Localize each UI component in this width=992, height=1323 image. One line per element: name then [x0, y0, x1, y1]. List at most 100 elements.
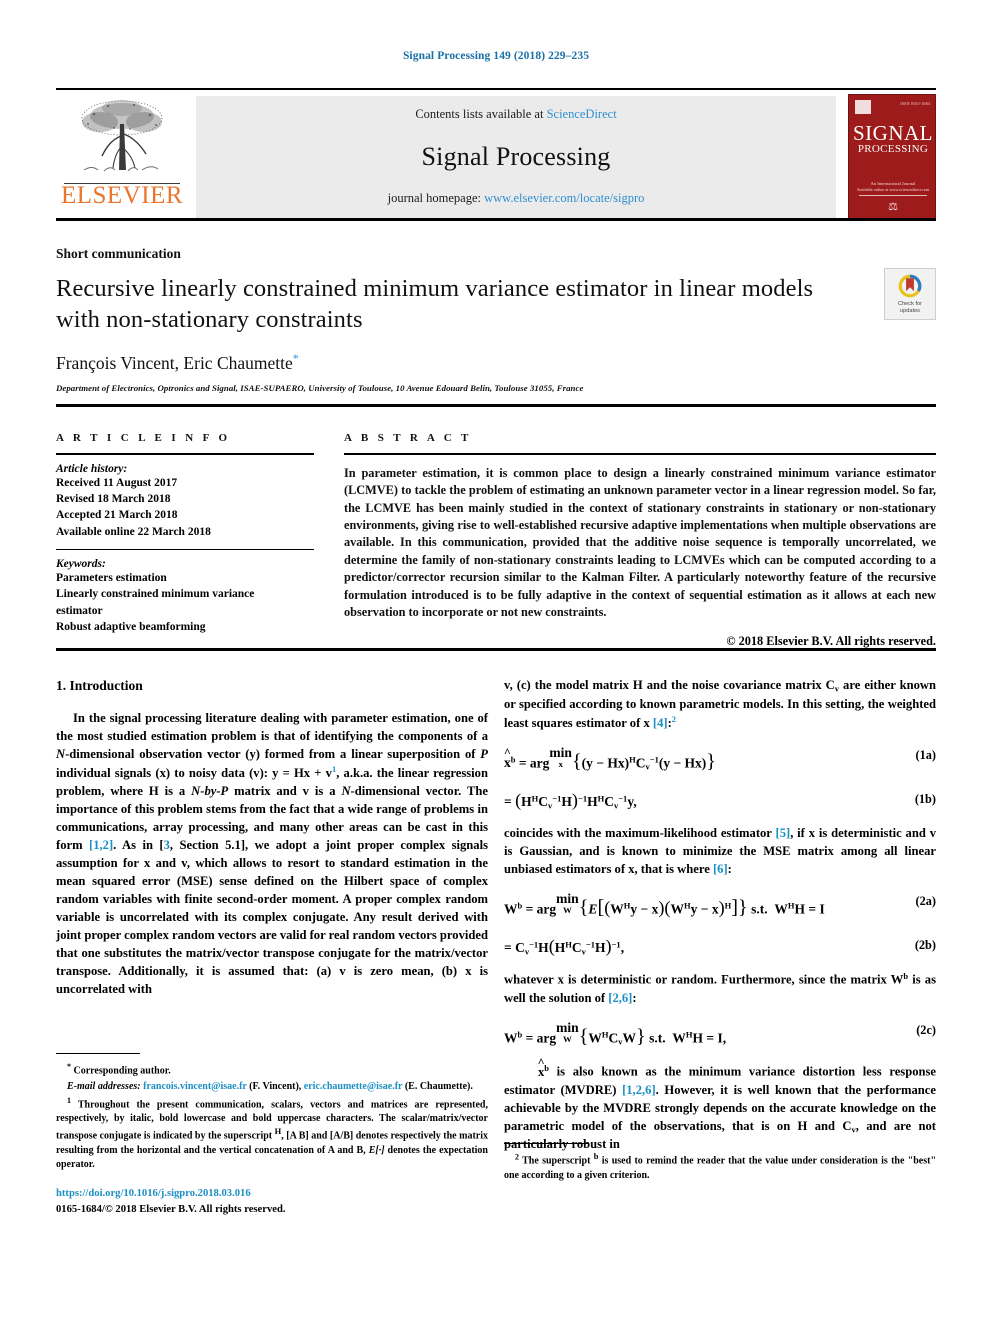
cover-bottom-logo-icon: ⚖: [888, 201, 898, 213]
footnote-1: 1 Throughout the present communication, …: [56, 1095, 488, 1172]
title-block: Short communication Recursive linearly c…: [56, 246, 936, 393]
sciencedirect-link[interactable]: ScienceDirect: [547, 107, 617, 121]
intro-text-g: . As in [: [113, 838, 164, 853]
equation-2c-body: Wb = argmin W {WHCvW} s.t. WHH = I,: [504, 1019, 727, 1048]
equation-2a-label: (2a): [915, 894, 937, 908]
intro-var-N2: N: [341, 784, 351, 799]
corresponding-author-note: * Corresponding author.: [56, 1061, 488, 1078]
citation-1-2-6[interactable]: [1,2,6]: [622, 1083, 656, 1097]
history-received: Received 11 August 2017: [56, 476, 178, 489]
right-text-1a: v, (c) the model matrix H and the noise …: [504, 678, 835, 692]
author-names: François Vincent, Eric Chaumette: [56, 352, 293, 373]
right-text-3a: whatever x is deterministic or random. F…: [504, 972, 904, 987]
keyword-3: Robust adaptive beamforming: [56, 621, 206, 634]
equation-2a: Wb = argmin W {E[(WHy − x)(WHy − x)H]} s.t…: [504, 889, 936, 922]
intro-inline-equation: y = Hx + v: [272, 766, 332, 781]
masthead-bottom-rule: [56, 218, 936, 221]
email-owner-1: (F. Vincent),: [249, 1080, 302, 1092]
crossmark-label-line1: Check for: [898, 301, 922, 308]
footnote-rule-left: [56, 1053, 140, 1055]
email-link-chaumette[interactable]: eric.chaumette@isae.fr: [304, 1081, 403, 1092]
affiliation: Department of Electronics, Optronics and…: [56, 382, 584, 393]
contents-available-line: Contents lists available at ScienceDirec…: [415, 107, 616, 122]
equation-1a-body: xb = argminx{(y − Hx)HCv−1(y − Hx)}: [504, 743, 716, 776]
keyword-2-cont: estimator: [56, 604, 103, 617]
crossmark-label-line2: updates: [900, 308, 920, 314]
elsevier-logo: ELSEVIER: [58, 96, 186, 218]
email-owner-2: (E. Chaumette).: [404, 1080, 473, 1092]
elsevier-wordmark: ELSEVIER: [60, 182, 184, 209]
right-footnote-marker-2: 2: [671, 713, 677, 724]
crossmark-icon: [898, 274, 922, 298]
intro-text-e: matrix and v is a: [228, 784, 342, 799]
right-text-2d: :: [727, 862, 732, 876]
journal-masthead: ELSEVIER Contents lists available at Sci…: [56, 88, 936, 221]
equation-1b: = (HHCv−1H)−1HHCv−1y, (1b): [504, 787, 936, 813]
right-text-3c: :: [632, 990, 637, 1005]
author-list: François Vincent, Eric Chaumette*: [56, 351, 936, 374]
intro-var-NbyP: N-by-P: [191, 784, 229, 799]
xhat-symbol: x: [521, 1063, 544, 1081]
article-info-column: A R T I C L E I N F O Article history: R…: [56, 432, 314, 635]
cover-publisher-mark-icon: [855, 100, 871, 114]
footnote-2: 2 The superscript b is used to remind th…: [504, 1151, 936, 1183]
equation-2b-label: (2b): [914, 938, 936, 953]
intro-var-N: N: [56, 747, 66, 762]
footnote-1-text-b: , [A B] and: [281, 1130, 330, 1142]
equation-1a: xb = argminx{(y − Hx)HCv−1(y − Hx)} (1a): [504, 743, 936, 776]
footnotes-right: 2 The superscript b is used to remind th…: [504, 1143, 936, 1184]
equation-2c: Wb = argmin W {WHCvW} s.t. WHH = I, (2c): [504, 1018, 936, 1051]
footnote-2-marker: 2: [515, 1152, 519, 1162]
journal-homepage-link[interactable]: www.elsevier.com/locate/sigpro: [484, 191, 644, 205]
footnote-rule-right: [504, 1143, 588, 1145]
equation-2b: = Cv−1H(HHCv−1H)−1, (2b): [504, 933, 936, 959]
abstract-rule: [344, 453, 936, 455]
abstract-column: A B S T R A C T In parameter estimation,…: [344, 432, 936, 649]
equation-1b-body: = (HHCv−1H)−1HHCv−1y,: [504, 789, 637, 811]
intro-var-P: P: [480, 747, 488, 762]
corresponding-note-text: Corresponding author.: [73, 1065, 171, 1077]
elsevier-tree-icon: [81, 100, 163, 172]
article-info-rule: [56, 453, 314, 455]
crossmark-badge[interactable]: Check for updates: [884, 268, 936, 320]
history-revised: Revised 18 March 2018: [56, 492, 171, 505]
footnote-1-AB: [A/B]: [329, 1130, 354, 1142]
footnote-1-marker: 1: [67, 1095, 71, 1105]
right-paragraph-4: xb is also known as the minimum variance…: [504, 1062, 936, 1153]
running-head: Signal Processing 149 (2018) 229–235: [402, 50, 590, 62]
keywords-label: Keywords:: [56, 558, 106, 571]
citation-2-6[interactable]: [2,6]: [608, 991, 632, 1005]
cover-subtitle-2: Available online at www.sciencedirect.co…: [856, 187, 930, 192]
doi-line: https://doi.org/10.1016/j.sigpro.2018.03…: [56, 1187, 488, 1202]
section-heading-introduction: 1. Introduction: [56, 678, 143, 693]
equation-1b-label: (1b): [914, 791, 936, 806]
issn-copyright-line: 0165-1684/© 2018 Elsevier B.V. All right…: [56, 1203, 286, 1215]
equation-2b-body: = Cv−1H(HHCv−1H)−1,: [504, 936, 625, 957]
article-info-heading: A R T I C L E I N F O: [56, 432, 231, 444]
cover-subtitle-1: An International Journal: [870, 181, 916, 186]
doi-link[interactable]: https://doi.org/10.1016/j.sigpro.2018.03…: [56, 1188, 251, 1199]
right-text-2c: where: [677, 862, 713, 876]
footnote-2-text-a: The superscript: [522, 1156, 594, 1168]
crossmark-label: Check for updates: [898, 301, 922, 315]
body-left-column: 1. Introduction In the signal processing…: [56, 676, 488, 998]
citation-4[interactable]: [4]: [653, 716, 668, 730]
corresponding-author-marker: *: [292, 350, 299, 365]
equation-1a-label: (1a): [915, 747, 937, 762]
intro-paragraph: In the signal processing literature deal…: [56, 709, 488, 998]
keyword-2: Linearly constrained minimum variance: [56, 588, 255, 601]
journal-title: Signal Processing: [421, 141, 611, 171]
citation-5[interactable]: [5]: [776, 826, 791, 840]
email-link-vincent[interactable]: francois.vincent@isae.fr: [143, 1081, 247, 1092]
email-label: E-mail addresses:: [67, 1080, 141, 1092]
abstract-bottom-rule: [56, 648, 936, 651]
abstract-text: In parameter estimation, it is common pl…: [344, 465, 936, 620]
keyword-1: Parameters estimation: [56, 572, 167, 585]
citation-6[interactable]: [6]: [713, 862, 728, 876]
history-accepted: Accepted 21 March 2018: [56, 509, 178, 522]
journal-cover-thumbnail: ISSN 0165-1684 SIGNAL PROCESSING An Inte…: [848, 94, 936, 220]
paper-page: Signal Processing 149 (2018) 229–235 ELS…: [0, 0, 992, 1323]
right-text-2a: coincides with the maximum-likelihood es…: [504, 826, 776, 840]
masthead-center-panel: Contents lists available at ScienceDirec…: [196, 96, 836, 218]
citation-1-2[interactable]: [1,2]: [89, 838, 113, 852]
